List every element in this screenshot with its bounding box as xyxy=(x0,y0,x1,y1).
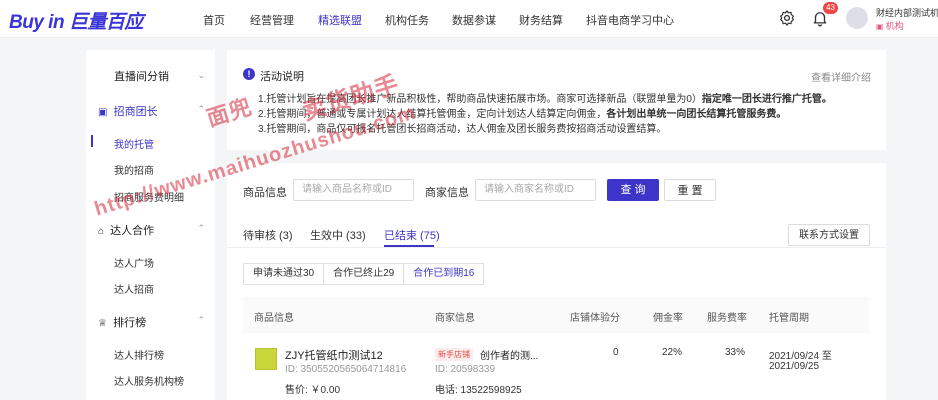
nav-operations[interactable]: 经营管理 xyxy=(250,12,294,28)
subtab-terminated[interactable]: 合作已终止29 xyxy=(324,264,405,284)
period-start: 2021/09/24 至 xyxy=(769,351,832,362)
sidebar-item-recruit-fee[interactable]: 招商服务费明细 xyxy=(114,189,184,204)
status-subtabs: 申请未通过30 合作已终止29 合作已到期16 xyxy=(243,263,485,285)
notice-line-2: 2.托管期间，普通或专属计划达人结算托管佣金，定向计划达人结算定向佣金，各计划出… xyxy=(258,109,787,120)
merchant-filter-label: 商家信息 xyxy=(425,187,469,199)
merchant-phone: 电话: 13522598925 xyxy=(435,385,522,396)
nav-finance[interactable]: 财务结算 xyxy=(519,12,563,28)
product-thumbnail[interactable] xyxy=(255,348,277,370)
tab-ended[interactable]: 已结束 (75) xyxy=(384,227,440,243)
sidebar-item-talent-square[interactable]: 达人广场 xyxy=(114,255,154,270)
subtab-expired[interactable]: 合作已到期16 xyxy=(404,264,483,284)
product-search-input[interactable]: 请输入商品名称或ID xyxy=(293,179,414,201)
period-end: 2021/09/25 xyxy=(769,361,820,372)
sidebar-group-live-distribution[interactable]: 直播间分销 xyxy=(114,68,169,84)
chevron-up-icon: ⌃ xyxy=(197,104,205,114)
sidebar-item-talent-recruit[interactable]: 达人招商 xyxy=(114,281,154,296)
nav-data-advisor[interactable]: 数据参谋 xyxy=(452,12,496,28)
trophy-icon: ♕ xyxy=(98,318,107,329)
product-name[interactable]: ZJY托管纸巾测试12 xyxy=(285,347,383,363)
newbie-shop-tag: 新手店铺 xyxy=(435,348,473,361)
settings-icon[interactable] xyxy=(778,9,796,27)
nav-selected-alliance[interactable]: 精选联盟 xyxy=(318,12,362,28)
col-period: 托管周期 xyxy=(769,313,809,324)
reset-button[interactable]: 重 置 xyxy=(664,179,716,201)
notice-title: 活动说明 xyxy=(260,71,304,83)
sidebar-active-indicator xyxy=(91,135,93,147)
sidebar-item-my-recruit[interactable]: 我的招商 xyxy=(114,162,154,177)
tab-active[interactable]: 生效中 (33) xyxy=(310,227,366,243)
commission-rate: 22% xyxy=(662,347,683,358)
tab-pending[interactable]: 待审核 (3) xyxy=(243,227,293,243)
col-shop-score: 店铺体验分 xyxy=(570,313,620,324)
sidebar-group-talent-coop[interactable]: ⌂ 达人合作 xyxy=(98,222,154,238)
chevron-down-icon: ⌄ xyxy=(197,70,205,80)
notice-line-1: 1.托管计划旨在提高团长推广新品积极性，帮助商品快速拓展市场。商家可选择新品（联… xyxy=(258,94,832,105)
avatar[interactable] xyxy=(846,7,868,29)
search-button[interactable]: 查 询 xyxy=(607,179,659,201)
sidebar-item-agency-rank[interactable]: 达人服务机构榜 xyxy=(114,373,184,388)
contact-settings-button[interactable]: 联系方式设置 xyxy=(788,224,870,246)
col-merchant: 商家信息 xyxy=(435,313,475,324)
nav-agency-tasks[interactable]: 机构任务 xyxy=(385,12,429,28)
sidebar-group-ranking[interactable]: ♕ 排行榜 xyxy=(98,314,146,330)
top-bar: Buy in 巨量百应 首页 经营管理 精选联盟 机构任务 数据参谋 财务结算 … xyxy=(0,0,938,38)
col-service-fee: 服务费率 xyxy=(707,313,747,324)
shop-score: 0 xyxy=(613,347,619,358)
nav-learning-center[interactable]: 抖音电商学习中心 xyxy=(586,12,674,28)
nav-home[interactable]: 首页 xyxy=(203,12,225,28)
chevron-up-icon: ⌃ xyxy=(197,223,205,233)
col-commission: 佣金率 xyxy=(653,313,683,324)
notification-badge: 43 xyxy=(823,2,838,14)
user-name[interactable]: 财经内部测试机 xyxy=(876,6,938,19)
table-header: 商品信息 商家信息 店铺体验分 佣金率 服务费率 托管周期 xyxy=(243,297,869,333)
sidebar: 直播间分销 ⌄ ▣ 招商团长 ⌃ 我的托管 我的招商 招商服务费明细 ⌂ 达人合… xyxy=(86,50,215,400)
col-product: 商品信息 xyxy=(254,313,294,324)
subtab-rejected[interactable]: 申请未通过30 xyxy=(244,264,325,284)
product-filter-label: 商品信息 xyxy=(243,187,287,199)
merchant-name[interactable]: 创作者的测... xyxy=(480,347,538,362)
tabs-divider xyxy=(227,247,886,248)
sidebar-item-my-custody[interactable]: 我的托管 xyxy=(114,136,154,151)
merchant-id: ID: 20598339 xyxy=(435,364,496,375)
briefcase-icon: ▣ xyxy=(98,107,108,118)
sidebar-group-recruit-leader[interactable]: ▣ 招商团长 xyxy=(98,103,158,119)
merchant-search-input[interactable]: 请输入商家名称或ID xyxy=(475,179,596,201)
service-fee-rate: 33% xyxy=(725,347,746,358)
notice-line-3: 3.托管期间，商品仅可报名托管团长招商活动，达人佣金及团长服务费按招商活动设置结… xyxy=(258,124,667,135)
handshake-icon: ⌂ xyxy=(98,226,105,237)
chevron-up-icon: ⌃ xyxy=(197,315,205,325)
app-logo[interactable]: Buy in 巨量百应 xyxy=(9,7,143,34)
sidebar-item-talent-rank[interactable]: 达人排行榜 xyxy=(114,347,164,362)
store-icon: ▣ xyxy=(876,22,886,31)
detail-link[interactable]: 查看详细介绍 xyxy=(811,69,871,84)
product-price: 售价: ￥0.00 xyxy=(285,385,341,396)
info-icon: ! xyxy=(243,68,255,80)
product-id: ID: 3505520565064714816 xyxy=(285,364,407,375)
user-role: ▣ 机构 xyxy=(876,21,904,31)
